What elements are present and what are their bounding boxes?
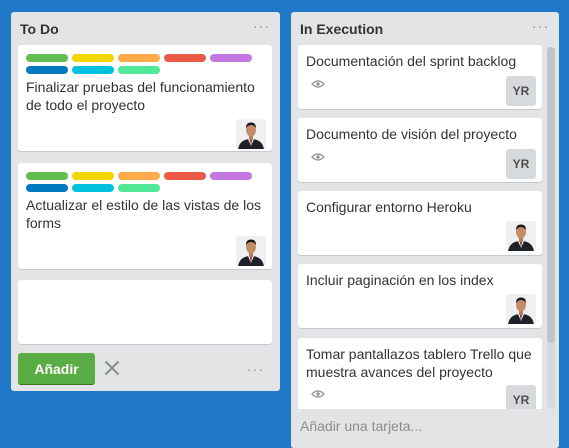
close-icon[interactable] [104, 360, 120, 376]
card-title: Actualizar el estilo de las vistas de lo… [26, 197, 261, 231]
label-green [26, 54, 68, 62]
card-labels [26, 54, 256, 78]
member-avatar[interactable] [506, 221, 536, 251]
member-avatar[interactable] [236, 236, 266, 266]
label-green [26, 172, 68, 180]
card-tomar-pantallazos[interactable]: Tomar pantallazos tablero Trello que mue… [298, 338, 542, 415]
card-finalizar-pruebas[interactable]: Finalizar pruebas del funcionamiento de … [18, 45, 272, 151]
label-orange [118, 54, 160, 62]
list-menu-icon[interactable]: ··· [532, 19, 549, 33]
label-yellow [72, 172, 114, 180]
watch-eye-icon [311, 390, 325, 398]
label-sky [72, 184, 114, 192]
card-configurar-heroku[interactable]: Configurar entorno Heroku [298, 191, 542, 255]
list-todo: To Do ··· Finalizar pruebas del funciona… [11, 12, 280, 391]
label-blue [26, 184, 68, 192]
label-purple [210, 54, 252, 62]
label-sky [72, 66, 114, 74]
member-avatar-initials[interactable]: YR [506, 149, 536, 179]
scrollbar-thumb[interactable] [547, 47, 555, 343]
watch-eye-icon [311, 80, 325, 88]
card-actualizar-estilo[interactable]: Actualizar el estilo de las vistas de lo… [18, 163, 272, 269]
add-card-link[interactable]: Añadir una tarjeta... [300, 418, 422, 434]
card-title: Incluir paginación en los index [306, 272, 494, 288]
label-blue [26, 66, 68, 74]
label-red [164, 54, 206, 62]
list-scrollbar[interactable] [547, 47, 555, 409]
card-title: Documentación del sprint backlog [306, 53, 517, 69]
watch-eye-icon [311, 153, 325, 161]
label-lime [118, 184, 160, 192]
add-card-button[interactable]: Añadir [18, 353, 95, 384]
person-photo-icon [236, 119, 266, 149]
label-red [164, 172, 206, 180]
card-incluir-paginacion[interactable]: Incluir paginación en los index [298, 264, 542, 328]
list-title[interactable]: In Execution [300, 21, 383, 37]
list-in-execution: In Execution ··· Documentación del sprin… [291, 12, 559, 448]
list-header: To Do ··· [11, 12, 280, 45]
label-lime [118, 66, 160, 74]
label-orange [118, 172, 160, 180]
person-photo-icon [506, 221, 536, 251]
card-composer-input[interactable] [18, 280, 272, 344]
member-avatar[interactable] [506, 294, 536, 324]
label-purple [210, 172, 252, 180]
person-photo-icon [236, 236, 266, 266]
list-title[interactable]: To Do [20, 21, 59, 37]
card-title: Tomar pantallazos tablero Trello que mue… [306, 346, 532, 380]
card-documento-vision[interactable]: Documento de visión del proyecto YR [298, 118, 542, 182]
card-title: Finalizar pruebas del funcionamiento de … [26, 79, 255, 113]
card-documentacion-sprint[interactable]: Documentación del sprint backlog YR [298, 45, 542, 109]
card-options-icon[interactable]: ··· [247, 362, 264, 376]
list-header: In Execution ··· [291, 12, 559, 45]
card-labels [26, 172, 256, 196]
card-title: Configurar entorno Heroku [306, 199, 472, 215]
member-avatar-initials[interactable]: YR [506, 76, 536, 106]
list-footer: Añadir una tarjeta... [291, 409, 559, 448]
card-title: Documento de visión del proyecto [306, 126, 517, 142]
label-yellow [72, 54, 114, 62]
list-menu-icon[interactable]: ··· [253, 19, 270, 33]
person-photo-icon [506, 294, 536, 324]
member-avatar[interactable] [236, 119, 266, 149]
